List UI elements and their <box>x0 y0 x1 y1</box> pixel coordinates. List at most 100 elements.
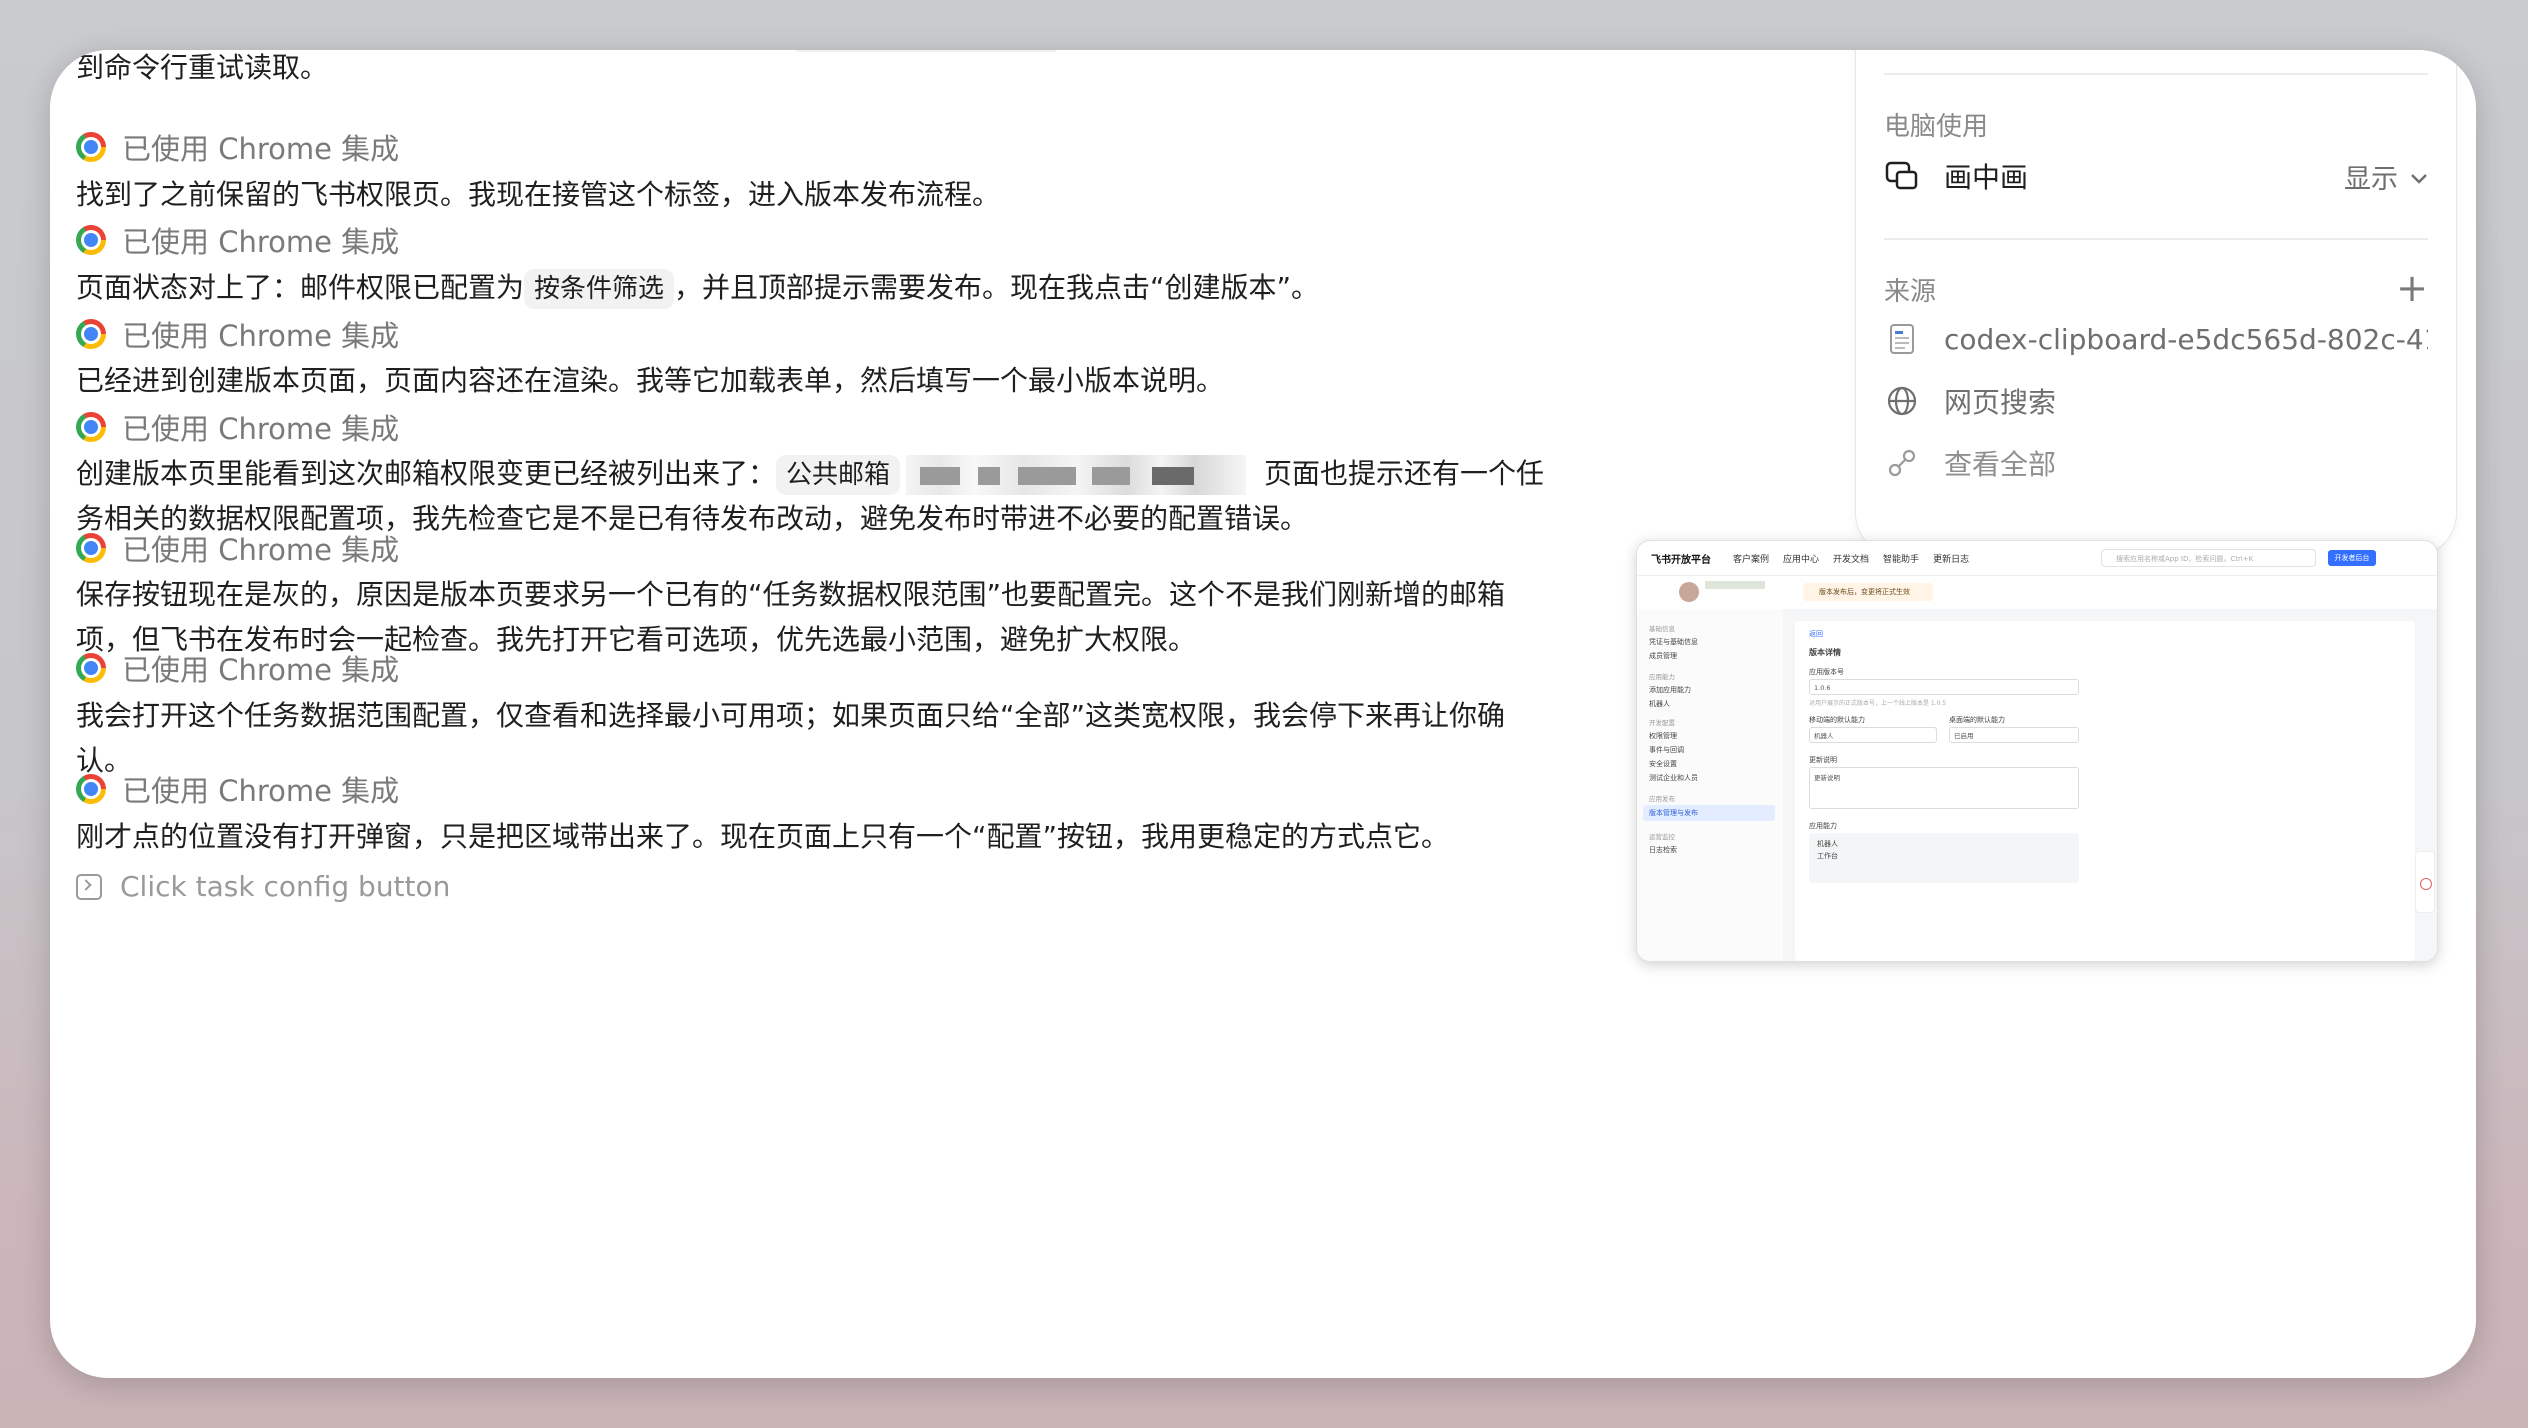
divider <box>1884 73 2428 75</box>
globe-icon <box>1884 383 1920 419</box>
thumb-sidebar-group: 基础信息 <box>1649 625 1675 633</box>
tool-use-row[interactable]: 已使用 Chrome 集成 <box>76 407 399 447</box>
chrome-icon <box>76 653 106 683</box>
thumb-nav-links: 客户案例 应用中心 开发文档 智能助手 更新日志 <box>1733 552 1969 565</box>
tool-use-row[interactable]: 已使用 Chrome 集成 <box>76 528 399 568</box>
thumb-capability: 机器人 <box>1817 840 1838 848</box>
thumb-nav-item: 客户案例 <box>1733 554 1770 565</box>
source-file-row[interactable]: codex-clipboard-e5dc565d-802c-41 <box>1884 319 2428 359</box>
pip-setting-row[interactable]: 画中画 显示 <box>1884 156 2428 196</box>
picture-in-picture-icon <box>1884 158 1920 194</box>
thumb-sidebar-item: 凭证与基础信息 <box>1649 638 1698 646</box>
chrome-icon <box>76 225 106 255</box>
thumb-capability: 工作台 <box>1817 852 1838 860</box>
tool-use-row[interactable]: 已使用 Chrome 集成 <box>76 314 399 354</box>
tool-use-row[interactable]: 已使用 Chrome 集成 <box>76 127 399 167</box>
thumb-nav-item: 应用中心 <box>1783 554 1820 565</box>
view-all-row[interactable]: 查看全部 <box>1884 443 2428 483</box>
thumb-sidebar-group: 应用发布 <box>1649 795 1675 803</box>
thumb-field-label: 应用版本号 <box>1809 668 1844 676</box>
message-text: 到命令行重试读取。 <box>76 51 329 84</box>
computer-use-heading: 电脑使用 <box>1884 112 1989 142</box>
thumb-app-bar: 版本发布后，变更将正式生效 <box>1637 575 2437 610</box>
view-all-label: 查看全部 <box>1944 448 2057 481</box>
message-segment: ，并且顶部提示需要发布。现在我点击“创建版本”。 <box>674 271 1320 304</box>
thumb-app-name-redacted <box>1705 581 1765 589</box>
chrome-icon <box>76 774 106 804</box>
thumb-nav-item: 更新日志 <box>1933 554 1970 565</box>
app-window: 到命令行重试读取。 已使用 Chrome 集成 找到了之前保留的飞书权限页。我现… <box>50 50 2476 1378</box>
thumb-sidebar-item: 日志检索 <box>1649 846 1677 854</box>
thumb-field-label: 更新说明 <box>1809 756 1837 764</box>
thumb-sidebar-item: 事件与回调 <box>1649 746 1684 754</box>
thumb-section-title: 版本详情 <box>1809 648 1841 657</box>
terminal-icon <box>76 873 102 900</box>
message-text: 找到了之前保留的飞书权限页。我现在接管这个标签，进入版本发布流程。 <box>76 178 1001 211</box>
message-segment: 创建版本页里能看到这次邮箱权限变更已经被列出来了： <box>76 457 777 490</box>
thumb-hint: 对用户展示的正式版本号，上一个线上版本是 1.0.5 <box>1809 700 1947 707</box>
thumb-back: 返回 <box>1809 630 1823 638</box>
file-icon <box>1884 321 1920 357</box>
chevron-down-icon <box>2410 161 2428 192</box>
tool-use-row[interactable]: 已使用 Chrome 集成 <box>76 648 399 688</box>
thumb-sidebar-item: 机器人 <box>1649 700 1670 708</box>
thumb-banner: 版本发布后，变更将正式生效 <box>1803 583 1933 601</box>
source-file-name: codex-clipboard-e5dc565d-802c-41 <box>1944 322 2428 356</box>
thumb-nav-item: 开发文档 <box>1833 554 1870 565</box>
message-segment: 页面也提示还有一个任 <box>1264 457 1545 490</box>
thumb-version-input: 1.0.6 <box>1809 679 2079 695</box>
thumb-sidebar-item: 添加应用能力 <box>1649 686 1691 694</box>
chrome-icon <box>76 132 106 162</box>
tool-use-label: 已使用 Chrome 集成 <box>122 412 400 446</box>
thumb-cta: 开发者后台 <box>2328 550 2376 566</box>
tool-use-row[interactable]: 已使用 Chrome 集成 <box>76 769 399 809</box>
inline-code-pill: 按条件筛选 <box>524 269 675 309</box>
chat-transcript: 到命令行重试读取。 已使用 Chrome 集成 找到了之前保留的飞书权限页。我现… <box>76 50 1636 1378</box>
thumb-sidebar-group: 应用能力 <box>1649 673 1675 681</box>
thumb-top-nav: 飞书开放平台 客户案例 应用中心 开发文档 智能助手 更新日志 搜索应用名称或A… <box>1637 541 2437 576</box>
thumb-main: 返回 版本详情 应用版本号 1.0.6 对用户展示的正式版本号，上一个线上版本是… <box>1783 609 2437 961</box>
thumb-brand: 飞书开放平台 <box>1651 554 1711 566</box>
thumb-sidebar-group: 运营监控 <box>1649 833 1675 841</box>
chrome-icon <box>76 319 106 349</box>
tool-use-label: 已使用 Chrome 集成 <box>122 533 400 567</box>
thumb-sidebar: 基础信息 凭证与基础信息 成员管理 应用能力 添加应用能力 机器人 开发配置 权… <box>1637 609 1784 961</box>
browser-screenshot-thumbnail[interactable]: 飞书开放平台 客户案例 应用中心 开发文档 智能助手 更新日志 搜索应用名称或A… <box>1636 540 2438 962</box>
thumb-sidebar-item: 成员管理 <box>1649 652 1677 660</box>
pip-dropdown[interactable]: 显示 <box>2344 157 2428 196</box>
tool-use-label: 已使用 Chrome 集成 <box>122 774 400 808</box>
thumb-sidebar-item-active: 版本管理与发布 <box>1649 809 1698 817</box>
current-action-status: Click task config button <box>76 870 450 903</box>
chrome-icon <box>76 412 106 442</box>
redacted-region <box>906 455 1247 495</box>
tool-use-label: 已使用 Chrome 集成 <box>122 319 400 353</box>
thumb-capabilities-box <box>1809 833 2079 883</box>
thumb-field-label: 移动端的默认能力 <box>1809 716 1865 724</box>
message-text: 页面状态对上了：邮件权限已配置为 按条件筛选 ，并且顶部提示需要发布。现在我点击“创… <box>76 265 1596 310</box>
message-text: 已经进到创建版本页面，页面内容还在渲染。我等它加载表单，然后填写一个最小版本说明… <box>76 364 1225 397</box>
thumb-nav-item: 智能助手 <box>1883 554 1920 565</box>
message-segment: 页面状态对上了：邮件权限已配置为 <box>76 271 525 304</box>
inline-code-pill: 公共邮箱 <box>776 455 901 495</box>
thumb-select: 已启用 <box>1949 727 2079 743</box>
tool-use-label: 已使用 Chrome 集成 <box>122 132 400 166</box>
thumb-field-label: 应用能力 <box>1809 822 1837 830</box>
add-source-icon[interactable]: + <box>2396 269 2428 307</box>
thumb-sidebar-item: 安全设置 <box>1649 760 1677 768</box>
thumb-search: 搜索应用名称或App ID，检索问题，Ctrl+K <box>2101 549 2316 567</box>
tool-use-row[interactable]: 已使用 Chrome 集成 <box>76 220 399 260</box>
thumb-version-form: 返回 版本详情 应用版本号 1.0.6 对用户展示的正式版本号，上一个线上版本是… <box>1795 621 2415 961</box>
thumb-field-label: 桌面端的默认能力 <box>1949 716 2005 724</box>
chrome-icon <box>76 533 106 563</box>
thumb-sidebar-group: 开发配置 <box>1649 719 1675 727</box>
sources-heading: 来源 <box>1884 277 1937 307</box>
thumb-notes-textarea: 更新说明 <box>1809 767 2079 809</box>
context-side-panel: 电脑使用 画中画 显示 来源 + codex-clipboard-e5dc565… <box>1855 50 2457 557</box>
pip-label: 画中画 <box>1944 161 2029 194</box>
divider <box>1884 238 2428 240</box>
message-text: 刚才点的位置没有打开弹窗，只是把区域带出来了。现在页面上只有一个“配置”按钮，我… <box>76 820 1450 853</box>
web-search-row[interactable]: 网页搜索 <box>1884 381 2428 421</box>
thumb-sidebar-item: 权限管理 <box>1649 732 1677 740</box>
thumb-avatar <box>1679 582 1699 602</box>
tool-use-label: 已使用 Chrome 集成 <box>122 653 400 687</box>
